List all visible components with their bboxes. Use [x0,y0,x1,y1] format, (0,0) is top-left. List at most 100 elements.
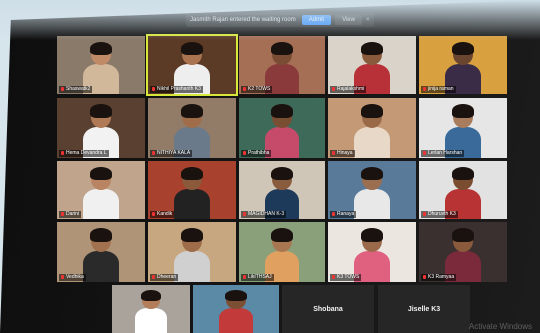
participant-tile[interactable]: Nikhil Prashanth K3 [146,34,238,96]
participant-tile[interactable] [112,285,190,333]
participant-tile[interactable]: Hinaya [328,98,416,158]
zoom-window: Jasmith Rajan entered the waiting room A… [0,0,540,333]
participant-name-label: Dhuruvth K3 [421,211,458,218]
participant-name: jinija raman [428,86,454,92]
participant-hair [141,290,161,301]
participant-name-label: Kandik [150,211,175,218]
participant-body [354,189,390,219]
participant-video [354,167,390,219]
participant-video [218,290,254,333]
participant-name-label: Lerlan Harshan [421,150,465,157]
participant-hair [89,42,113,56]
participant-body [83,189,119,219]
participant-name-label: Nikhil Prashanth K3 [150,86,203,93]
participant-hair [360,167,384,181]
participant-tile[interactable]: Dheeran [148,222,236,282]
participant-name: Darini [66,211,80,217]
participant-name-label: Rajalakshmi [330,86,367,93]
muted-mic-icon [61,212,64,216]
participant-body [174,251,210,282]
muted-mic-icon [332,87,335,91]
participant-hair [89,104,113,118]
view-button[interactable]: View [335,15,362,25]
participant-name-label: Hinaya [330,150,355,157]
participant-tile[interactable]: Kandik [148,161,236,219]
participant-tile[interactable] [193,285,279,333]
participant-tile[interactable]: MAGIDHAN K-3 [239,161,325,219]
participant-tile-name-only[interactable]: Shobana [282,285,374,333]
participant-body [218,308,254,333]
participant-name: Hinaya [337,150,353,156]
muted-mic-icon [243,87,246,91]
participant-name-label: Vedhika [59,274,86,281]
participant-hair [270,42,293,56]
participant-tile[interactable]: Vedhika [57,222,145,282]
participant-tile[interactable]: NITHIYA KALA [148,98,236,158]
participant-tile-name-only[interactable]: Jiselle K3 [378,285,470,333]
participant-hair [270,167,293,181]
participant-name: K3 Ramyaa [428,274,455,280]
participant-name-label: K3 TOWS [330,274,362,281]
participant-tile[interactable]: Hema Devandra L [57,98,145,158]
muted-mic-icon [332,212,335,216]
participant-tile[interactable]: Darini [57,161,145,219]
participant-name: Prathibha [248,150,270,156]
participant-name: Shaswatk2 [66,86,91,92]
muted-mic-icon [152,275,155,279]
muted-mic-icon [152,87,155,91]
participant-name-label: Shaswatk2 [59,86,93,93]
participant-tile[interactable]: Shaswatk2 [57,36,145,94]
muted-mic-icon [332,275,335,279]
participant-name: Vedhika [66,274,84,280]
participant-tile[interactable]: Ranaya [328,161,416,219]
muted-mic-icon [152,151,155,155]
muted-mic-icon [243,212,246,216]
participant-tile[interactable]: K3 TOWS [328,222,416,282]
participant-hair [360,104,384,118]
participant-hair [180,42,204,56]
participant-tile[interactable]: Dhuruvth K3 [419,161,507,219]
muted-mic-icon [61,275,64,279]
participant-name: Jiselle K3 [407,305,441,313]
participant-name: Kandik [157,211,173,217]
participant-tile[interactable]: K3 Ramyaa [419,222,507,282]
participant-name: Lerlan Harshan [428,150,463,156]
participant-video [83,228,119,282]
participant-tile[interactable]: Prathibha [239,98,325,158]
participant-video [174,167,210,219]
participant-name-label: K2 TOWS [241,86,273,93]
participant-name: K2 TOWS [248,86,271,92]
participant-name-label: K3 Ramyaa [421,274,457,281]
participant-hair [451,228,475,242]
participant-tile[interactable]: Lerlan Harshan [419,98,507,158]
participant-hair [360,42,384,56]
participant-name-label: Darini [59,211,82,218]
close-icon[interactable]: × [366,17,370,23]
participant-hair [360,228,384,242]
participant-name: NITHIYA KALA [157,150,191,156]
participant-body [174,189,210,219]
participant-tile[interactable]: jinija raman [419,36,507,94]
admit-button[interactable]: Admit [301,15,332,25]
participant-tile[interactable]: LikITHSAJ [239,222,325,282]
participant-body [83,251,119,282]
participant-name: Hema Devandra L [66,150,107,156]
participant-hair [451,42,475,56]
participant-name-label: NITHIYA KALA [150,150,193,157]
muted-mic-icon [243,151,246,155]
participant-name-label: MAGIDHAN K-3 [241,211,287,218]
participant-hair [224,290,247,301]
participant-name-label: LikITHSAJ [241,274,274,281]
participant-hair [180,104,204,118]
participant-name: Dhuruvth K3 [428,211,456,217]
participant-tile[interactable]: K2 TOWS [239,36,325,94]
muted-mic-icon [152,212,155,216]
participant-name: K3 TOWS [337,274,360,280]
participant-hair [270,228,293,242]
muted-mic-icon [423,212,426,216]
muted-mic-icon [61,87,64,91]
participant-name-label: Prathibha [241,150,272,157]
participant-name-label: jinija raman [421,86,456,93]
muted-mic-icon [423,87,426,91]
participant-tile[interactable]: Rajalakshmi [328,36,416,94]
